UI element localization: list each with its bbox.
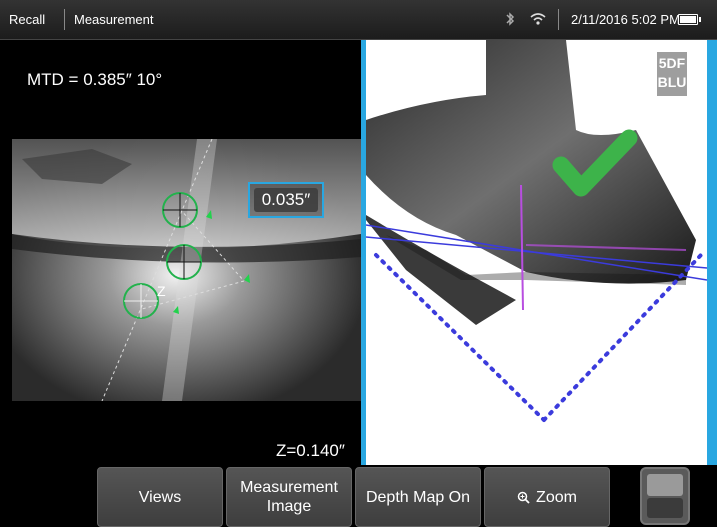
cursor-1[interactable] (162, 192, 198, 228)
zoom-label: Zoom (536, 488, 577, 506)
cursor-marker (206, 210, 212, 219)
toggle-lower (647, 498, 683, 518)
breadcrumb-separator (64, 9, 65, 30)
cursor-3[interactable] (123, 283, 159, 319)
battery-icon (678, 14, 701, 25)
cursor-2[interactable] (166, 244, 202, 280)
probe-type-line-1: 5DF (658, 55, 686, 71)
views-button-label: Views (138, 488, 182, 506)
probe-type-badge: 5DF BLU (657, 52, 687, 96)
measurement-image-button[interactable]: Measurement Image (226, 467, 352, 527)
layout-toggle-button[interactable] (640, 467, 690, 525)
cursor-marker (244, 274, 250, 283)
measurement-image-label-1: Measurement (240, 479, 338, 496)
panel-border (707, 40, 717, 465)
status-bar: Recall Measurement 2/11/2016 5:02 PM (0, 0, 717, 40)
breadcrumb-recall[interactable]: Recall (9, 12, 45, 27)
measurement-result-value: 0.035″ (254, 188, 318, 212)
measurement-cursors[interactable]: Z (110, 180, 260, 330)
measurement-image-label-2: Image (266, 498, 312, 515)
views-button[interactable]: Views (97, 467, 223, 527)
zoom-button[interactable]: Zoom (484, 467, 610, 527)
status-clock: 2/11/2016 5:02 PM (571, 12, 680, 27)
zoom-icon (517, 491, 530, 504)
cursor-z-label: Z (157, 283, 166, 299)
depth-map-button[interactable]: Depth Map On (355, 467, 481, 527)
probe-type-line-2: BLU (657, 74, 687, 90)
softkey-bar: Views Measurement Image Depth Map On Zoo… (0, 465, 717, 527)
point-cloud-view[interactable] (366, 40, 707, 465)
bluetooth-icon (506, 12, 515, 26)
wifi-icon (530, 13, 546, 25)
depth-z-readout: Z=0.140″ (276, 441, 345, 460)
toggle-upper (647, 474, 683, 496)
point-cloud-render (366, 40, 707, 422)
status-separator (558, 9, 559, 30)
measurement-result-box[interactable]: 0.035″ (248, 182, 324, 218)
cursor-marker (173, 306, 179, 314)
breadcrumb-measurement: Measurement (74, 12, 154, 27)
mtd-readout: MTD = 0.385″ 10° (27, 70, 163, 89)
depth-map-label: Depth Map On (365, 488, 471, 506)
